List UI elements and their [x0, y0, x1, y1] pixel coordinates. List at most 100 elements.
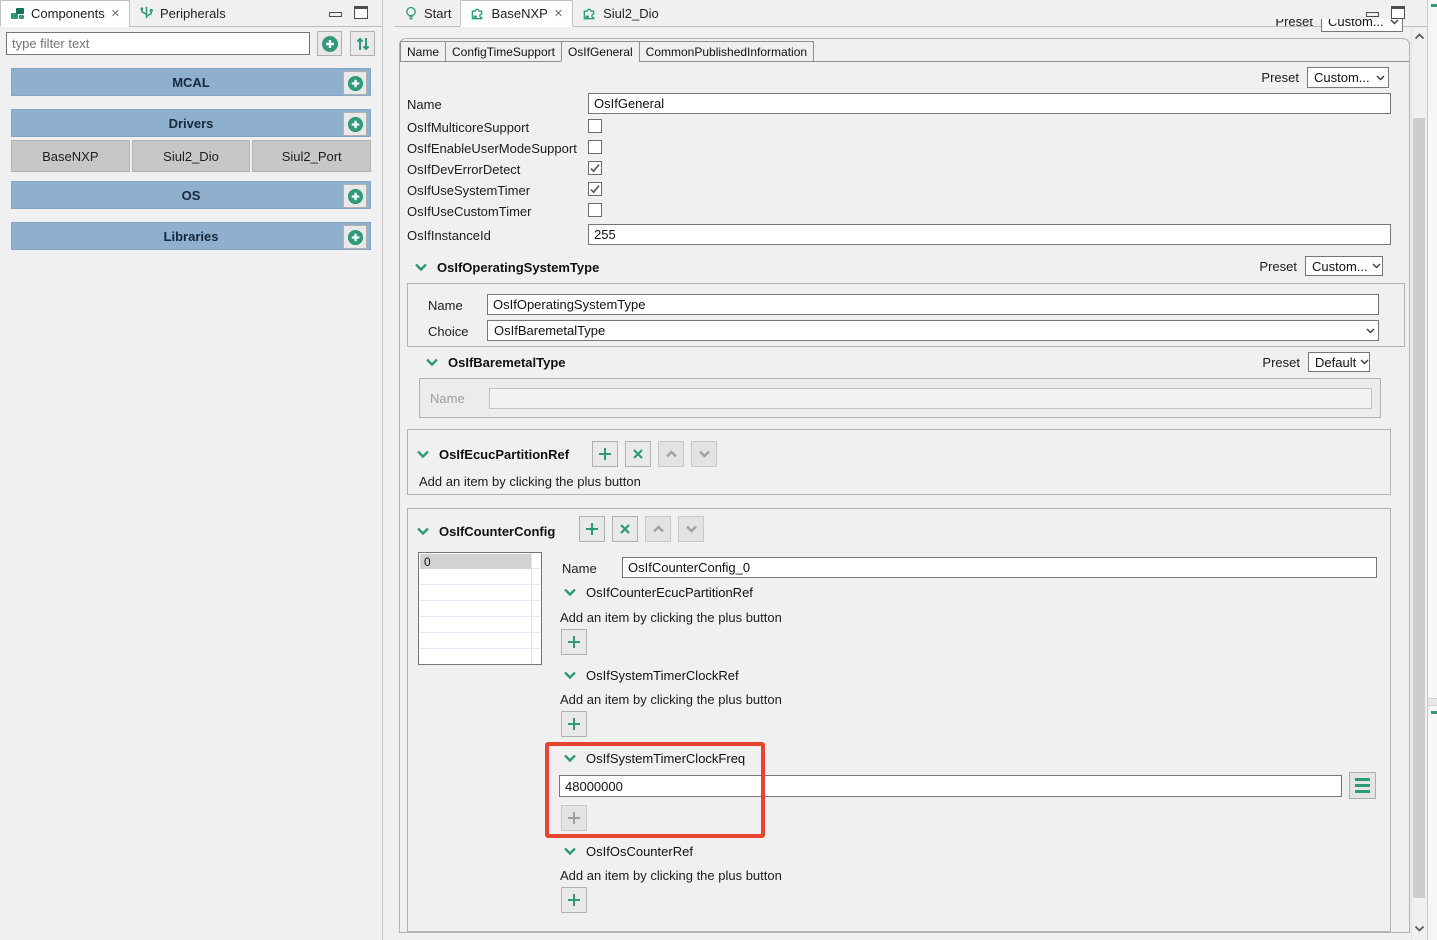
add-os-button[interactable] [343, 184, 367, 208]
collapse-chevron-icon[interactable] [414, 263, 428, 272]
sort-arrows-icon [356, 37, 369, 50]
collapse-chevron-icon[interactable] [425, 358, 439, 367]
counterecucpartitionref-add-button[interactable] [561, 629, 587, 655]
ostype-choice-dropdown[interactable]: OsIfBaremetalType [487, 320, 1379, 341]
collapse-chevron-icon[interactable] [416, 450, 430, 459]
scrollbar-thumb[interactable] [1413, 118, 1425, 898]
counterconfig-list-item[interactable]: 0 [420, 554, 531, 569]
systemtimerclockref-add-button[interactable] [561, 711, 587, 737]
subtab-commonpublishedinformation[interactable]: CommonPublishedInformation [638, 41, 815, 62]
accordion-libraries-label: Libraries [163, 228, 219, 244]
collapse-chevron-icon[interactable] [563, 847, 577, 856]
subtab-name[interactable]: Name [400, 41, 446, 62]
chevron-down-icon [685, 525, 697, 533]
add-mcal-button[interactable] [343, 71, 367, 95]
collapse-chevron-icon[interactable] [563, 588, 577, 597]
ecucpartitionref-move-down-button[interactable] [691, 441, 717, 467]
tab-start[interactable]: Start [395, 0, 460, 26]
deverrordetect-checkbox[interactable] [588, 161, 602, 175]
tab-basenxp[interactable]: BaseNXP ✕ [460, 0, 574, 27]
ostype-name-input[interactable] [487, 294, 1379, 315]
peripherals-icon [140, 5, 153, 18]
tab-peripherals[interactable]: Peripherals [130, 0, 235, 26]
subtab-osifgeneral[interactable]: OsIfGeneral [560, 41, 639, 62]
tab-siul2-dio[interactable]: Siul2_Dio [573, 0, 668, 26]
name-input[interactable] [588, 93, 1391, 114]
counterconfig-move-up-button[interactable] [645, 516, 671, 542]
systemtimerclockfreq-input[interactable] [559, 775, 1342, 797]
subtab-configtimesupport[interactable]: ConfigTimeSupport [445, 41, 561, 62]
filter-input[interactable] [6, 32, 310, 55]
driver-item-siul2-dio[interactable]: Siul2_Dio [131, 140, 251, 172]
accordion-os[interactable]: OS [11, 181, 371, 209]
scroll-down-button[interactable] [1412, 920, 1426, 936]
preset-top-dropdown[interactable]: Custom... [1321, 19, 1403, 32]
chevron-down-icon [1414, 925, 1424, 932]
baremetaltype-groupbox: Name [419, 378, 1381, 418]
clipped-preset-control: Preset Custom... [1263, 19, 1403, 33]
accordion-mcal[interactable]: MCAL [11, 68, 371, 96]
sort-components-button[interactable] [350, 31, 375, 56]
chevron-down-icon [1360, 359, 1369, 365]
panel-edge-divider [1428, 698, 1437, 706]
baremetal-name-input [489, 388, 1372, 409]
tab-components[interactable]: Components ✕ [0, 0, 130, 27]
plus-icon [568, 718, 580, 730]
systemtimerclockfreq-add-button-disabled[interactable] [561, 805, 587, 831]
usermode-checkbox[interactable] [588, 140, 602, 154]
preset-operatingsystemtype-dropdown[interactable]: Custom... [1305, 256, 1383, 276]
accordion-drivers[interactable]: Drivers [11, 109, 371, 137]
tab-components-close-icon[interactable]: ✕ [111, 7, 120, 20]
tab-components-label: Components [31, 6, 105, 21]
counterconfig-remove-button[interactable] [612, 516, 638, 542]
instanceid-input[interactable] [588, 224, 1391, 245]
field-label-usermode: OsIfEnableUserModeSupport [407, 141, 577, 156]
preset-baremetaltype-dropdown[interactable]: Default [1308, 352, 1370, 372]
maximize-editor-button[interactable] [1391, 6, 1405, 19]
maximize-left-panel-button[interactable] [354, 6, 368, 19]
driver-item-siul2-port[interactable]: Siul2_Port [252, 140, 372, 172]
accordion-mcal-label: MCAL [172, 74, 210, 90]
collapse-chevron-icon[interactable] [563, 754, 577, 763]
chevron-up-icon [665, 450, 677, 458]
counter-name-input[interactable] [622, 557, 1377, 578]
accordion-libraries[interactable]: Libraries [11, 222, 371, 250]
usecustomtimer-checkbox[interactable] [588, 203, 602, 217]
oscounterref-add-button[interactable] [561, 887, 587, 913]
collapse-chevron-icon[interactable] [563, 671, 577, 680]
collapse-chevron-icon[interactable] [416, 527, 430, 536]
scroll-up-button[interactable] [1412, 28, 1426, 44]
add-library-button[interactable] [343, 225, 367, 249]
section-title-oscounterref: OsIfOsCounterRef [586, 843, 693, 859]
tab-basenxp-close-icon[interactable]: ✕ [554, 7, 563, 20]
ecucpartitionref-add-button[interactable] [592, 441, 618, 467]
minimize-editor-button[interactable] [1366, 11, 1379, 17]
preset-general-dropdown[interactable]: Custom... [1307, 67, 1389, 88]
plus-icon [599, 448, 611, 460]
section-title-operatingsystemtype: OsIfOperatingSystemType [437, 259, 600, 275]
application-window: Components ✕ Peripherals MCAL Drivers [0, 0, 1437, 940]
x-icon [620, 524, 630, 534]
editor-vertical-scrollbar[interactable] [1411, 28, 1426, 940]
ecucpartitionref-move-up-button[interactable] [658, 441, 684, 467]
field-label-deverrordetect: OsIfDevErrorDetect [407, 162, 521, 177]
section-title-counterecucpartitionref: OsIfCounterEcucPartitionRef [586, 584, 753, 600]
editor-panel: Start BaseNXP ✕ Siul2_Dio Preset Custom.… [395, 0, 1427, 940]
driver-item-basenxp[interactable]: BaseNXP [11, 140, 130, 172]
multicore-checkbox[interactable] [588, 119, 602, 133]
ecucpartitionref-remove-button[interactable] [625, 441, 651, 467]
counterconfig-list[interactable]: 0 [418, 552, 542, 665]
chevron-down-icon [1372, 263, 1381, 269]
section-title-ecucpartitionref: OsIfEcucPartitionRef [439, 446, 570, 462]
tab-peripherals-label: Peripherals [159, 5, 226, 21]
counterconfig-add-button[interactable] [579, 516, 605, 542]
minimize-left-panel-button[interactable] [329, 11, 342, 17]
counterconfig-move-down-button[interactable] [678, 516, 704, 542]
systemtimerclockfreq-menu-button[interactable] [1349, 772, 1376, 799]
circle-plus-icon [347, 188, 363, 204]
preset-label: Preset [1259, 258, 1297, 274]
usesystemtimer-checkbox[interactable] [588, 182, 602, 196]
add-component-button[interactable] [317, 31, 342, 56]
add-driver-button[interactable] [343, 112, 367, 136]
osifgeneral-form: Name ConfigTimeSupport OsIfGeneral Commo… [399, 38, 1410, 933]
